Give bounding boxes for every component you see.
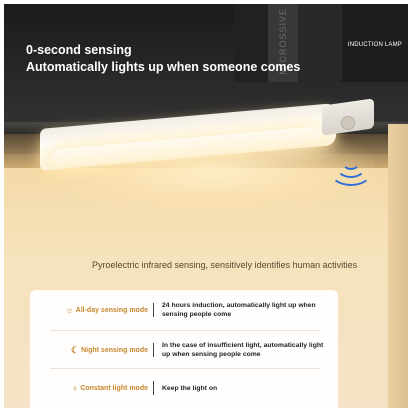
- mode-description: In the case of insufficient light, autom…: [162, 342, 324, 358]
- headline-line1: 0-second sensing: [26, 43, 132, 57]
- divider: [50, 368, 320, 369]
- mode-row-night: ☾ Night sensing mode In the case of insu…: [30, 336, 338, 364]
- headline: 0-second sensing Automatically lights up…: [26, 42, 300, 76]
- mode-row-all-day: ☼ All-day sensing mode 24 hours inductio…: [30, 296, 338, 324]
- mode-label-constant: ♁ Constant light mode: [30, 383, 148, 393]
- product-tag: INDUCTION LAMP: [347, 42, 402, 48]
- mode-row-constant: ♁ Constant light mode Keep the light on: [30, 374, 338, 402]
- moon-icon: ☾: [71, 344, 80, 355]
- sensing-caption: Pyroelectric infrared sensing, sensitive…: [92, 260, 358, 270]
- mode-label-text: All-day sensing mode: [75, 306, 148, 314]
- headline-line2: Automatically lights up when someone com…: [26, 60, 301, 74]
- modes-card: ☼ All-day sensing mode 24 hours inductio…: [30, 290, 338, 408]
- mode-description: Keep the light on: [162, 384, 218, 392]
- mode-label-text: Constant light mode: [80, 384, 148, 392]
- mode-label-text: Night sensing mode: [81, 346, 148, 354]
- separator: [153, 303, 154, 317]
- book-spine: [298, 4, 342, 82]
- mode-label-night: ☾ Night sensing mode: [30, 345, 148, 356]
- separator: [153, 381, 154, 395]
- wave-arc: [330, 158, 372, 186]
- separator: [153, 343, 154, 357]
- sun-icon: ☼: [65, 305, 74, 315]
- product-banner: MICROSSIVE 0-second sensing Automaticall…: [4, 4, 408, 408]
- mode-label-all-day: ☼ All-day sensing mode: [30, 305, 148, 315]
- mode-description: 24 hours induction, automatically light …: [162, 302, 316, 318]
- sensor-eye-icon: [341, 116, 355, 130]
- bulb-icon: ♁: [71, 383, 79, 393]
- divider: [50, 330, 320, 331]
- cabinet-wall: [388, 124, 408, 408]
